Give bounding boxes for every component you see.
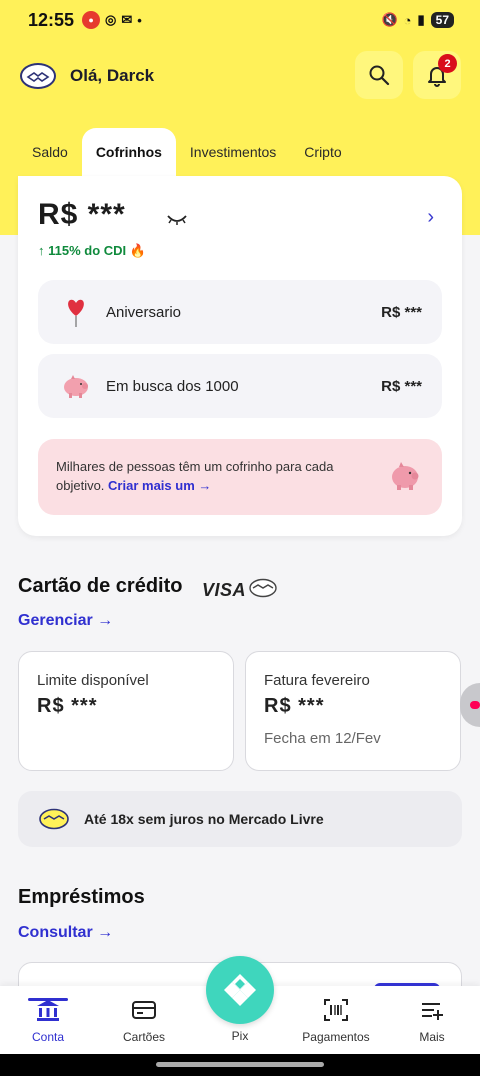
- cofrinho-name: Em busca dos 1000: [106, 377, 239, 395]
- mercado-livre-handshake-icon: [39, 808, 69, 830]
- notifications-button[interactable]: 2: [413, 51, 461, 99]
- banner-text: Até 18x sem juros no Mercado Livre: [84, 811, 324, 827]
- nav-conta[interactable]: Conta: [0, 998, 96, 1044]
- instagram-icon: ◎: [105, 12, 117, 27]
- cofrinho-value: R$ ***: [381, 377, 422, 395]
- mute-icon: 🔇: [381, 12, 398, 27]
- app-screen: 12:55 ● ◎ ✉ • 🔇 ◔ ▮ 57 Olá, Darck 2 Sald…: [0, 0, 480, 1076]
- nav-label: Conta: [31, 1030, 65, 1044]
- consult-loans-link[interactable]: Consultar →: [18, 924, 113, 942]
- loans-title: Empréstimos: [18, 886, 145, 908]
- cofrinho-item[interactable]: Em busca dos 1000 R$ ***: [38, 354, 442, 418]
- mercado-pago-mini-logo-icon: [249, 578, 277, 598]
- status-bar: 12:55 ● ◎ ✉ • 🔇 ◔ ▮ 57: [0, 0, 480, 40]
- barcode-icon: [324, 999, 348, 1021]
- yield-value: ↑ 115% do CDI: [38, 243, 127, 258]
- cofrinho-name: Aniversario: [106, 303, 182, 321]
- signal-icon: ▮: [417, 12, 425, 27]
- invoice-label: Fatura fevereiro: [264, 672, 370, 689]
- cofrinho-value: R$ ***: [381, 303, 422, 321]
- wifi-icon: ◔: [403, 12, 412, 28]
- search-button[interactable]: [355, 51, 403, 99]
- mercado-pago-logo-icon: [20, 63, 56, 89]
- pix-button[interactable]: [206, 956, 274, 1024]
- fire-icon: 🔥: [129, 243, 146, 258]
- hide-balance-icon[interactable]: [166, 214, 188, 226]
- cofrinho-item[interactable]: Aniversario R$ ***: [38, 280, 442, 344]
- more-list-icon: [422, 1003, 443, 1020]
- create-cofrinho-promo[interactable]: Milhares de pessoas têm um cofrinho para…: [38, 439, 442, 515]
- cofrinhos-total: R$ ***: [38, 198, 126, 231]
- manage-card-link[interactable]: Gerenciar →: [18, 612, 113, 630]
- greeting-text: Olá, Darck: [70, 66, 155, 85]
- yield-text: ↑ 115% do CDI 🔥: [38, 243, 146, 259]
- gmail-icon: ✉: [121, 12, 133, 27]
- visa-logo: VISA: [202, 580, 247, 600]
- account-tabs: Saldo Cofrinhos Investimentos Cripto: [18, 128, 356, 176]
- dot-icon: •: [137, 12, 142, 28]
- credit-card-title: Cartão de crédito: [18, 575, 183, 597]
- tab-investimentos[interactable]: Investimentos: [176, 128, 290, 176]
- invoice-due: Fecha em 12/Fev: [264, 730, 381, 747]
- available-limit-card[interactable]: Limite disponível R$ ***: [18, 651, 234, 771]
- invoice-value: R$ ***: [264, 695, 325, 717]
- nav-cartoes[interactable]: Cartões: [96, 998, 192, 1044]
- nav-pix-label: Pix: [231, 1029, 249, 1043]
- search-icon: [369, 65, 390, 86]
- cofrinhos-card: R$ *** › ↑ 115% do CDI 🔥 Aniversario R$ …: [18, 176, 462, 536]
- nav-label: Mais: [419, 1030, 445, 1044]
- notification-app-icon: ●: [82, 11, 101, 29]
- bank-icon: [37, 1000, 59, 1021]
- tab-cripto[interactable]: Cripto: [290, 128, 355, 176]
- heart-balloon-icon: [60, 296, 92, 328]
- notification-badge: 2: [438, 54, 457, 73]
- invoice-card[interactable]: Fatura fevereiro R$ *** Fecha em 12/Fev: [245, 651, 461, 771]
- card-icon: [132, 1001, 156, 1019]
- create-cofrinho-link[interactable]: Criar mais um →: [108, 478, 211, 493]
- nav-label: Pagamentos: [302, 1030, 370, 1044]
- limit-label: Limite disponível: [37, 672, 149, 689]
- tab-saldo[interactable]: Saldo: [18, 128, 82, 176]
- nav-label: Cartões: [122, 1030, 166, 1044]
- home-gesture-pill[interactable]: [156, 1062, 324, 1067]
- piggy-bank-icon: [60, 370, 92, 402]
- nav-pagamentos[interactable]: Pagamentos: [288, 998, 384, 1044]
- carousel-handle[interactable]: [460, 683, 480, 727]
- battery-icon: 57: [430, 12, 454, 28]
- tab-cofrinhos[interactable]: Cofrinhos: [81, 128, 176, 176]
- limit-value: R$ ***: [37, 695, 98, 717]
- piggy-bank-icon: [392, 462, 419, 490]
- status-time: 12:55: [28, 9, 75, 30]
- active-indicator: [28, 998, 68, 1001]
- pix-icon: [224, 974, 256, 1006]
- installments-banner[interactable]: Até 18x sem juros no Mercado Livre: [18, 791, 462, 847]
- chevron-right-icon[interactable]: ›: [427, 206, 434, 229]
- system-nav-bar: [0, 1054, 480, 1076]
- nav-mais[interactable]: Mais: [384, 998, 480, 1044]
